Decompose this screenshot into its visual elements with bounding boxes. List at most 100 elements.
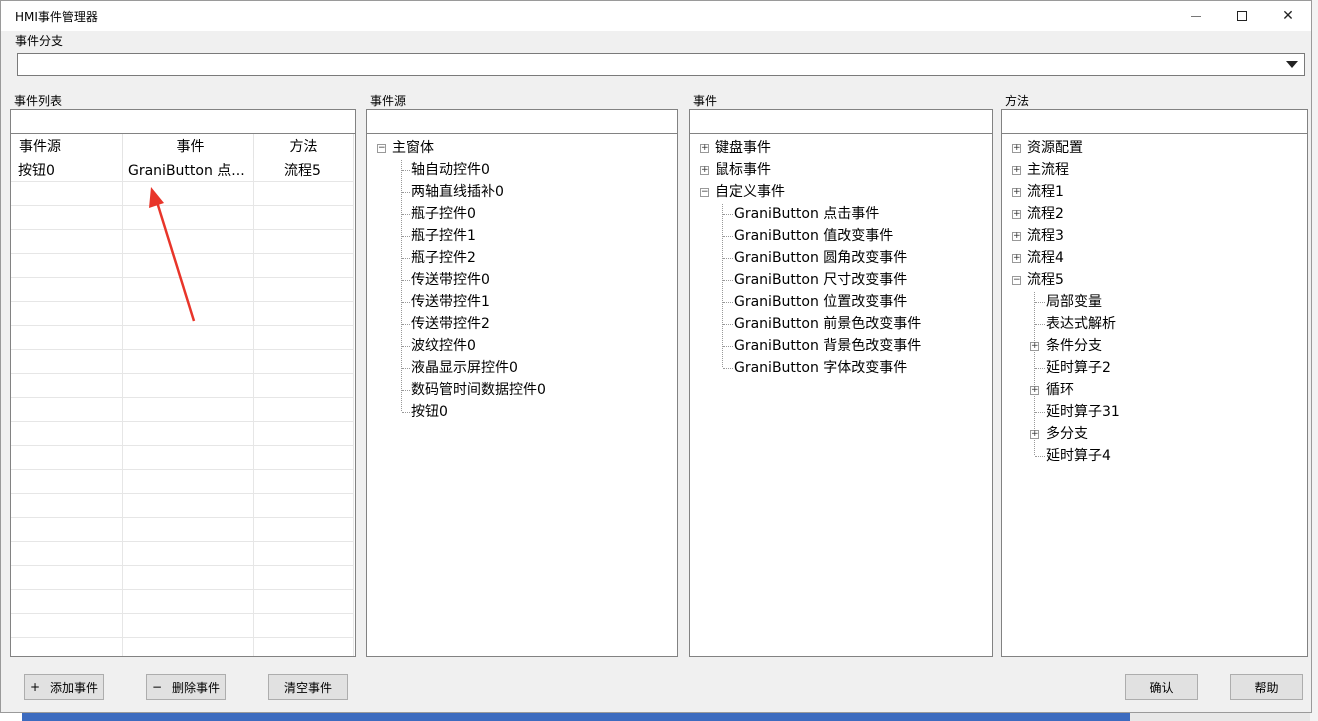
empty-table-row[interactable] <box>11 566 354 590</box>
empty-table-row[interactable] <box>11 470 354 494</box>
tree-node-flow5-child[interactable]: 延时算子2 <box>1046 357 1111 379</box>
tree-node-source-item[interactable]: 传送带控件0 <box>411 269 490 291</box>
minimize-button[interactable] <box>1173 1 1219 31</box>
empty-cell <box>11 422 123 446</box>
tree-node-source-item[interactable]: 瓶子控件1 <box>411 225 476 247</box>
expand-icon[interactable]: + <box>1012 188 1021 197</box>
empty-table-row[interactable] <box>11 590 354 614</box>
events-label: 事件 <box>693 94 718 108</box>
tree-node-source-item[interactable]: 波纹控件0 <box>411 335 476 357</box>
tree-node-method[interactable]: 流程2 <box>1027 203 1064 225</box>
events-filter-input[interactable] <box>690 110 992 134</box>
tree-node-flow5-child[interactable]: 延时算子4 <box>1046 445 1111 467</box>
tree-node-method[interactable]: 流程1 <box>1027 181 1064 203</box>
empty-table-row[interactable] <box>11 182 354 206</box>
collapse-icon[interactable]: − <box>1012 276 1021 285</box>
tree-node-flow5-child[interactable]: 局部变量 <box>1046 291 1102 313</box>
tree-node-method[interactable]: 流程3 <box>1027 225 1064 247</box>
tree-node-custom-event[interactable]: GraniButton 值改变事件 <box>734 225 893 247</box>
expand-icon[interactable]: + <box>1012 144 1021 153</box>
tree-node-flow5-child[interactable]: 循环 <box>1046 379 1074 401</box>
tree-node-flow5-child[interactable]: 延时算子31 <box>1046 401 1120 423</box>
tree-node-custom-event[interactable]: GraniButton 点击事件 <box>734 203 879 225</box>
tree-node-source-item[interactable]: 瓶子控件2 <box>411 247 476 269</box>
tree-node-flow5-child[interactable]: 条件分支 <box>1046 335 1102 357</box>
empty-table-row[interactable] <box>11 374 354 398</box>
tree-node-source-item[interactable]: 两轴直线插补0 <box>411 181 504 203</box>
tree-node-source-item[interactable]: 轴自动控件0 <box>411 159 490 181</box>
expand-icon[interactable]: + <box>1012 232 1021 241</box>
cell-event: GraniButton 点... <box>123 158 254 182</box>
tree-node-method[interactable]: 主流程 <box>1027 159 1069 181</box>
tree-node-mouse-events[interactable]: 鼠标事件 <box>715 159 771 181</box>
tree-node-flow5-child[interactable]: 多分支 <box>1046 423 1088 445</box>
empty-table-row[interactable] <box>11 614 354 638</box>
collapse-icon[interactable]: − <box>700 188 709 197</box>
empty-cell <box>11 182 123 206</box>
empty-table-row[interactable] <box>11 230 354 254</box>
tree-node-custom-event[interactable]: GraniButton 圆角改变事件 <box>734 247 907 269</box>
empty-cell <box>254 206 354 230</box>
tree-node-keyboard-events[interactable]: 键盘事件 <box>715 137 771 159</box>
empty-table-row[interactable] <box>11 350 354 374</box>
clear-events-button[interactable]: 清空事件 <box>268 674 348 700</box>
tree-node-flow5-child[interactable]: 表达式解析 <box>1046 313 1116 335</box>
tree-node-custom-event[interactable]: GraniButton 尺寸改变事件 <box>734 269 907 291</box>
add-event-button[interactable]: + 添加事件 <box>24 674 104 700</box>
empty-table-row[interactable] <box>11 326 354 350</box>
empty-table-row[interactable] <box>11 398 354 422</box>
empty-table-row[interactable] <box>11 302 354 326</box>
tree-node-source-item[interactable]: 液晶显示屏控件0 <box>411 357 518 379</box>
tree-node-source-item[interactable]: 传送带控件2 <box>411 313 490 335</box>
tree-node-source-item[interactable]: 传送带控件1 <box>411 291 490 313</box>
empty-cell <box>123 326 254 350</box>
expand-icon[interactable]: + <box>1030 342 1039 351</box>
expand-icon[interactable]: + <box>700 144 709 153</box>
title-bar[interactable]: HMI事件管理器 ✕ <box>1 1 1311 31</box>
tree-node-custom-event[interactable]: GraniButton 位置改变事件 <box>734 291 907 313</box>
column-header-method[interactable]: 方法 <box>254 134 354 158</box>
help-button[interactable]: 帮助 <box>1230 674 1303 700</box>
tree-guide-line <box>402 258 410 259</box>
empty-table-row[interactable] <box>11 278 354 302</box>
methods-filter-input[interactable] <box>1002 110 1307 134</box>
tree-node-method[interactable]: 资源配置 <box>1027 137 1083 159</box>
event-source-filter-input[interactable] <box>367 110 677 134</box>
empty-table-row[interactable] <box>11 254 354 278</box>
maximize-button[interactable] <box>1219 1 1265 31</box>
empty-table-row[interactable] <box>11 542 354 566</box>
expand-icon[interactable]: + <box>700 166 709 175</box>
tree-node-method[interactable]: 流程5 <box>1027 269 1064 291</box>
tree-node-source-item[interactable]: 按钮0 <box>411 401 448 423</box>
tree-node-custom-event[interactable]: GraniButton 前景色改变事件 <box>734 313 921 335</box>
empty-table-row[interactable] <box>11 518 354 542</box>
expand-icon[interactable]: + <box>1012 254 1021 263</box>
column-header-source[interactable]: 事件源 <box>11 134 123 158</box>
tree-node-method[interactable]: 流程4 <box>1027 247 1064 269</box>
expand-icon[interactable]: + <box>1030 430 1039 439</box>
confirm-button[interactable]: 确认 <box>1125 674 1198 700</box>
empty-table-row[interactable] <box>11 206 354 230</box>
table-row[interactable]: 按钮0 GraniButton 点... 流程5 <box>11 158 354 182</box>
delete-event-button[interactable]: − 删除事件 <box>146 674 226 700</box>
dropdown-arrow-icon[interactable] <box>1286 61 1298 68</box>
close-button[interactable]: ✕ <box>1265 1 1311 31</box>
branch-combo[interactable] <box>17 53 1305 76</box>
event-list-filter-input[interactable] <box>11 110 355 134</box>
tree-node-source-item[interactable]: 数码管时间数据控件0 <box>411 379 546 401</box>
expand-icon[interactable]: + <box>1012 166 1021 175</box>
column-header-event[interactable]: 事件 <box>123 134 254 158</box>
expand-icon[interactable]: + <box>1030 386 1039 395</box>
tree-node-custom-events[interactable]: 自定义事件 <box>715 181 785 203</box>
expand-icon[interactable]: + <box>1012 210 1021 219</box>
tree-node-custom-event[interactable]: GraniButton 背景色改变事件 <box>734 335 921 357</box>
collapse-icon[interactable]: − <box>377 144 386 153</box>
empty-table-row[interactable] <box>11 494 354 518</box>
empty-table-row[interactable] <box>11 638 354 656</box>
tree-node-source-item[interactable]: 瓶子控件0 <box>411 203 476 225</box>
tree-node-custom-event[interactable]: GraniButton 字体改变事件 <box>734 357 907 379</box>
empty-table-row[interactable] <box>11 446 354 470</box>
tree-guide-line <box>1035 324 1045 325</box>
tree-node-main-window[interactable]: 主窗体 <box>392 137 434 159</box>
empty-table-row[interactable] <box>11 422 354 446</box>
